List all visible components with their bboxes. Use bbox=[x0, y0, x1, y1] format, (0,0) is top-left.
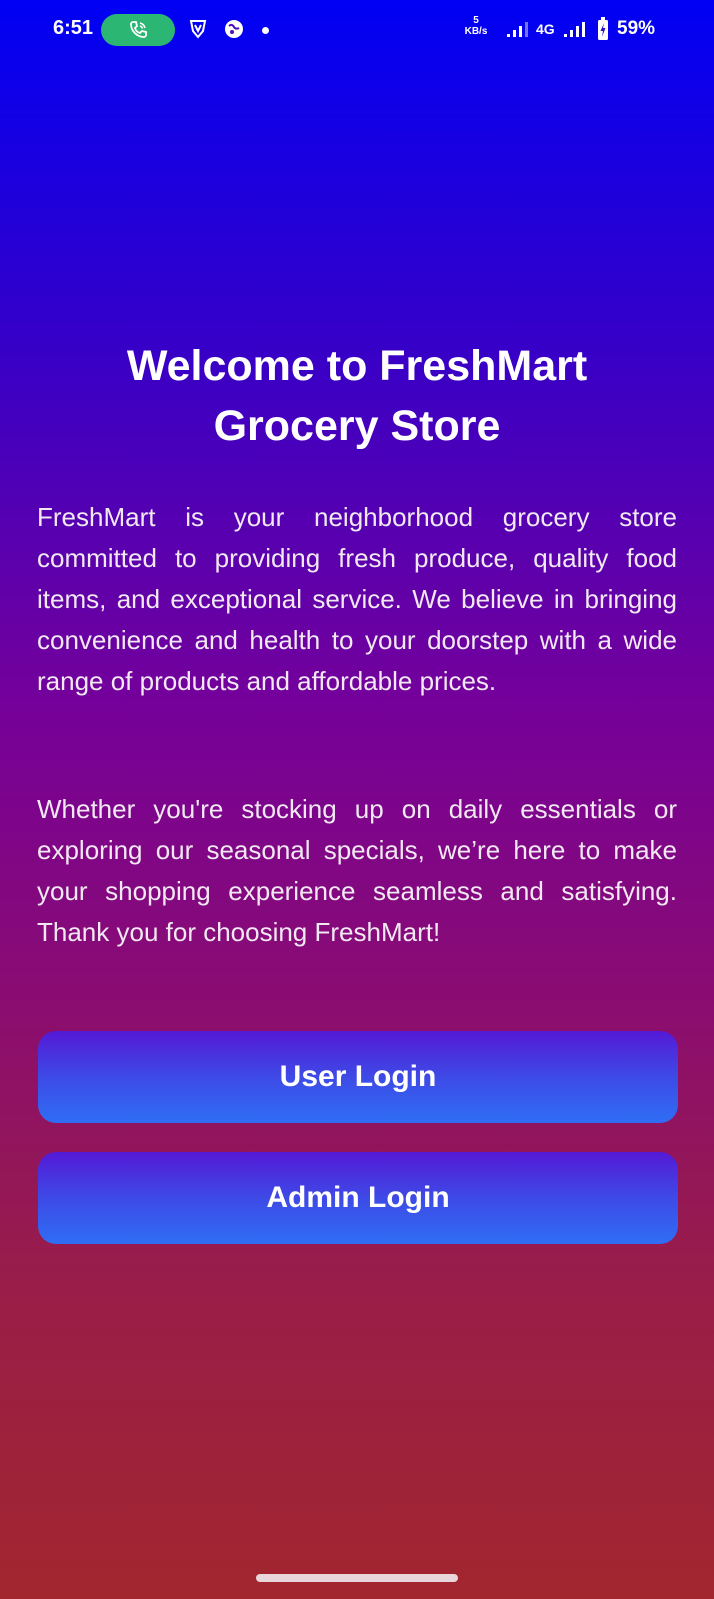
signal-icon bbox=[507, 22, 528, 37]
shield-v-icon bbox=[189, 20, 207, 39]
ongoing-call-pill[interactable] bbox=[101, 14, 175, 46]
battery-percent: 59% bbox=[617, 18, 656, 39]
status-bar: 6:51 5 KB/s 4G 59% bbox=[0, 0, 714, 60]
intro-paragraph: FreshMart is your neighborhood grocery s… bbox=[37, 502, 677, 696]
home-indicator[interactable] bbox=[256, 1574, 458, 1582]
status-time: 6:51 bbox=[53, 17, 94, 39]
closing-paragraph: Whether you're stocking up on daily esse… bbox=[37, 794, 677, 947]
page-title: Welcome to FreshMart Grocery Store bbox=[126, 342, 588, 450]
network-speed: 5 KB/s bbox=[464, 15, 488, 37]
signal-icon bbox=[564, 22, 585, 37]
battery-icon bbox=[598, 17, 608, 40]
phone-call-icon bbox=[130, 21, 147, 38]
user-login-button[interactable]: User Login bbox=[38, 1031, 678, 1123]
notification-dot-icon bbox=[262, 27, 269, 34]
globe-app-icon bbox=[225, 20, 243, 38]
network-type: 4G bbox=[536, 21, 555, 37]
admin-login-button[interactable]: Admin Login bbox=[38, 1152, 678, 1244]
